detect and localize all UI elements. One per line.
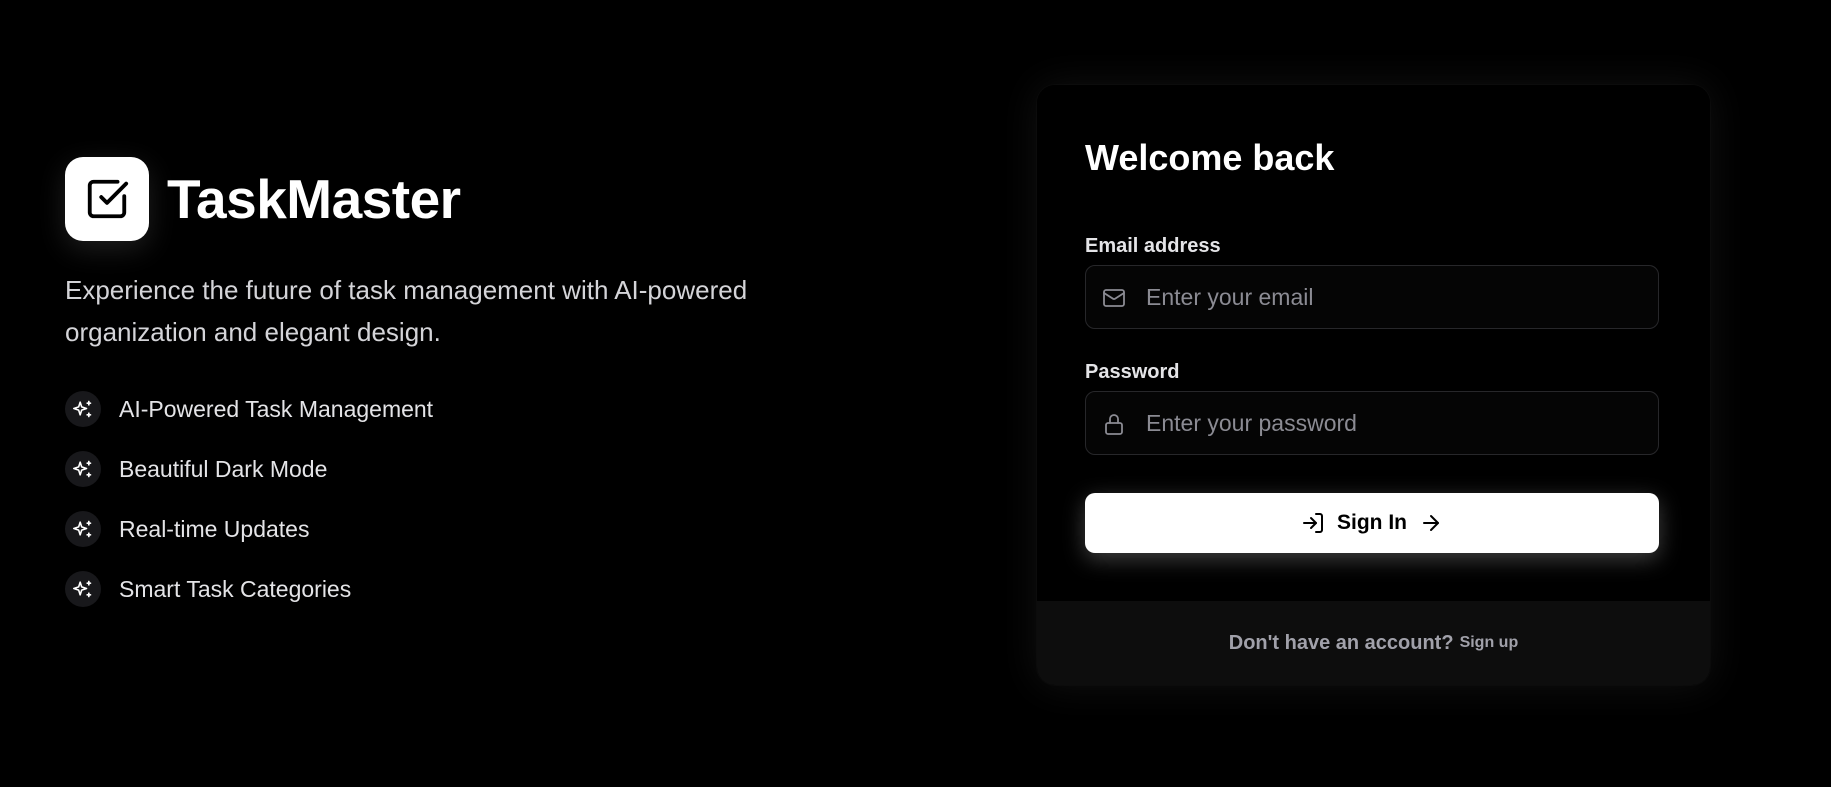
signup-prompt: Don't have an account? (1228, 631, 1454, 654)
feature-label: Beautiful Dark Mode (119, 455, 328, 482)
sparkles-icon (65, 571, 101, 607)
sign-in-label: Sign In (1337, 511, 1407, 534)
check-square-icon (87, 179, 129, 219)
password-field[interactable] (1085, 391, 1659, 455)
feature-item: Smart Task Categories (65, 571, 925, 607)
login-footer: Don't have an account? Sign up (1037, 601, 1710, 685)
brand-section: TaskMaster Experience the future of task… (65, 157, 925, 607)
sparkles-icon (65, 391, 101, 427)
lock-icon (1105, 414, 1123, 435)
logo-row: TaskMaster (65, 157, 925, 241)
sparkles-icon (65, 451, 101, 487)
sign-in-button[interactable]: Sign In (1085, 493, 1659, 553)
email-label: Email address (1085, 235, 1221, 257)
feature-label: AI-Powered Task Management (119, 395, 434, 422)
email-input[interactable] (1144, 266, 1648, 329)
password-label: Password (1085, 361, 1180, 383)
mail-icon (1103, 289, 1125, 307)
feature-label: Smart Task Categories (119, 575, 352, 602)
feature-item: Beautiful Dark Mode (65, 451, 925, 487)
log-in-icon (1303, 513, 1323, 533)
login-title: Welcome back (1085, 137, 1335, 178)
login-page: TaskMaster Experience the future of task… (0, 0, 1831, 787)
email-field[interactable] (1085, 265, 1659, 329)
app-logo (65, 157, 149, 241)
feature-label: Real-time Updates (119, 515, 310, 542)
feature-list: AI-Powered Task Management Beautiful Dar… (65, 391, 925, 607)
arrow-right-icon (1423, 515, 1439, 531)
feature-item: AI-Powered Task Management (65, 391, 925, 427)
app-name: TaskMaster (167, 168, 461, 230)
feature-item: Real-time Updates (65, 511, 925, 547)
password-input[interactable] (1144, 392, 1648, 455)
tagline: Experience the future of task management… (65, 275, 748, 347)
login-card: Welcome back Email address Password Don'… (1037, 85, 1710, 685)
sparkles-icon (65, 511, 101, 547)
signup-link[interactable]: Sign up (1460, 634, 1519, 652)
